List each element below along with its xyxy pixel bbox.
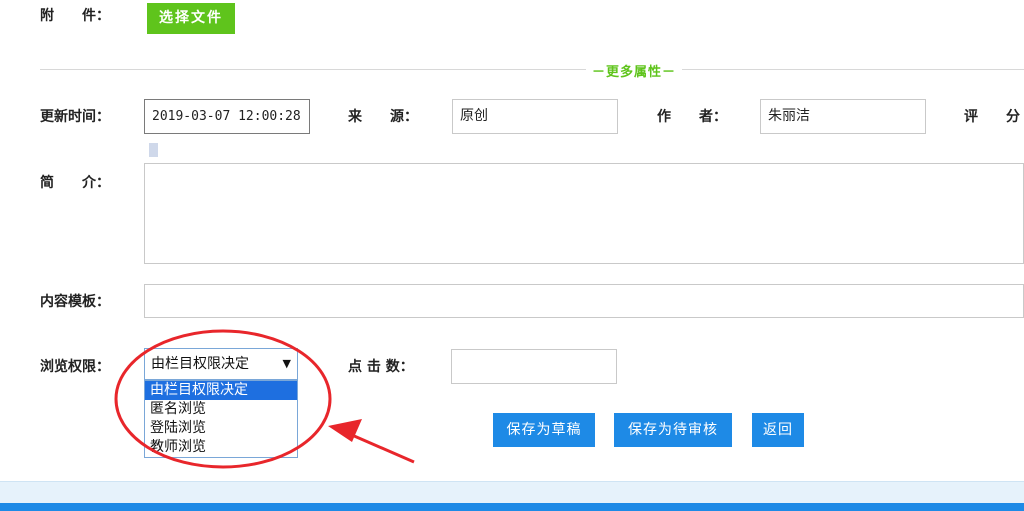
- footer-bar: [0, 481, 1024, 504]
- annotation-overlay: [114, 329, 415, 469]
- annotation-arrow-shaft: [344, 430, 415, 464]
- footer-accent-bar: [0, 503, 1024, 511]
- annotation-ellipse: [114, 329, 332, 469]
